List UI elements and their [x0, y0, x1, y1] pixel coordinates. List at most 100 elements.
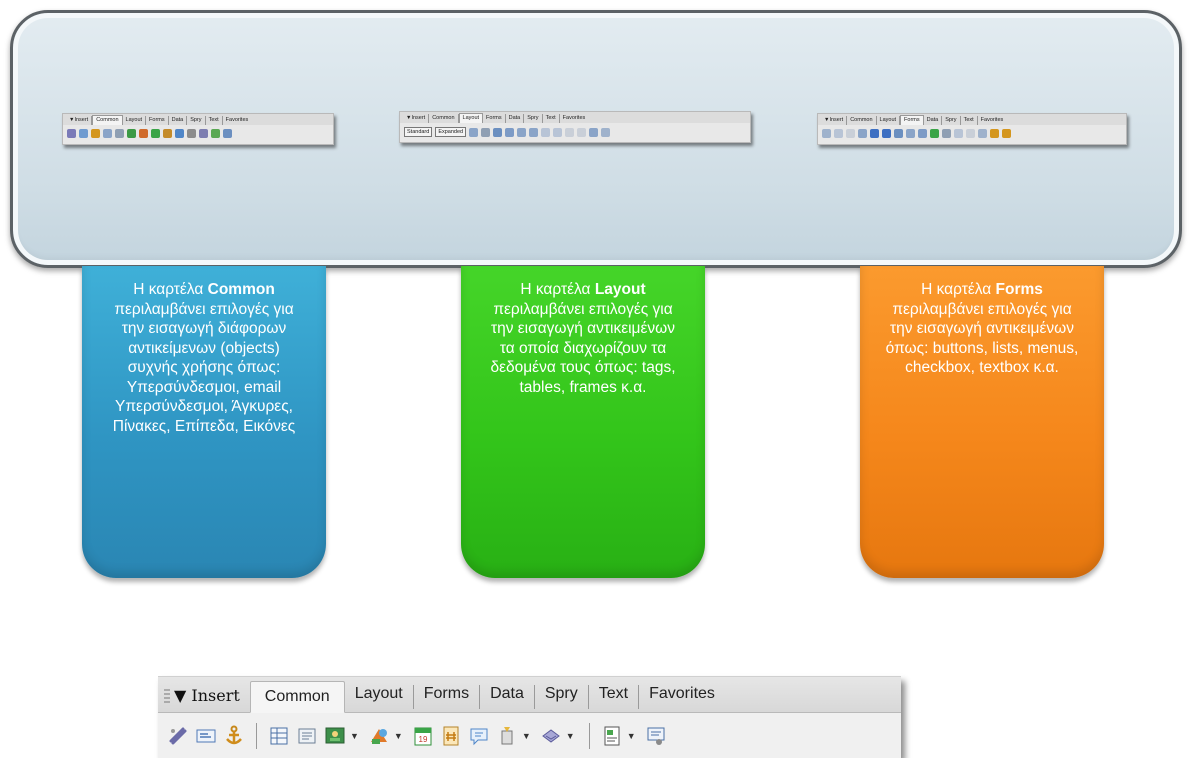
- named-anchor-icon[interactable]: [222, 724, 246, 748]
- table-icon[interactable]: [469, 127, 479, 137]
- frames-icon[interactable]: [577, 127, 587, 137]
- mini-tab-layout[interactable]: Layout: [877, 116, 901, 125]
- mini-tabs: ▼Insert Common Layout Forms Data Spry Te…: [400, 112, 750, 123]
- button-icon[interactable]: [954, 129, 963, 138]
- jump-menu-icon[interactable]: [918, 129, 927, 138]
- card-text: περιλαμβάνει επιλογές για την εισαγωγή δ…: [112, 300, 296, 435]
- mini-icons-row: [818, 125, 1126, 142]
- label-icon[interactable]: [966, 129, 975, 138]
- text-field-icon[interactable]: [834, 129, 843, 138]
- head-dropdown-arrow[interactable]: ▼: [522, 731, 531, 741]
- file-field-icon[interactable]: [942, 129, 951, 138]
- templates-icon[interactable]: [211, 129, 220, 138]
- hyperlink-icon[interactable]: [166, 724, 190, 748]
- insert-div-icon[interactable]: [115, 129, 124, 138]
- textarea-icon[interactable]: [858, 129, 867, 138]
- image-icon[interactable]: [323, 724, 347, 748]
- drag-grip[interactable]: [164, 689, 170, 705]
- tab-text[interactable]: Text: [589, 685, 640, 709]
- tab-forms[interactable]: Forms: [414, 685, 481, 709]
- insert-menu-toggle[interactable]: ▼ Insert: [174, 686, 250, 712]
- templates-icon[interactable]: [600, 724, 624, 748]
- tag-chooser-icon[interactable]: [644, 724, 668, 748]
- mini-tab-text[interactable]: Text: [961, 116, 978, 125]
- hidden-field-icon[interactable]: [846, 129, 855, 138]
- mini-tab-forms[interactable]: Forms: [900, 115, 924, 125]
- mini-tab-layout[interactable]: Layout: [123, 116, 147, 125]
- mini-tab-spry[interactable]: Spry: [187, 116, 206, 125]
- mini-tab-favorites[interactable]: Favorites: [978, 116, 1007, 125]
- insert-div-icon[interactable]: [295, 724, 319, 748]
- spry-menu-icon[interactable]: [601, 127, 611, 137]
- email-link-icon[interactable]: [194, 724, 218, 748]
- mini-tab-favorites[interactable]: Favorites: [560, 114, 589, 123]
- mini-tab-common[interactable]: Common: [847, 116, 877, 125]
- frames-dropdown-icon[interactable]: [589, 127, 599, 137]
- tag-chooser-icon[interactable]: [223, 129, 232, 138]
- rows-above-icon[interactable]: [517, 127, 527, 137]
- form-icon[interactable]: [822, 129, 831, 138]
- script-dropdown-arrow[interactable]: ▼: [566, 731, 575, 741]
- tab-favorites[interactable]: Favorites: [639, 685, 725, 709]
- tab-common[interactable]: Common: [249, 681, 345, 713]
- card-tab-name: Forms: [995, 281, 1043, 298]
- columns-left-icon[interactable]: [541, 127, 551, 137]
- mini-tab-forms[interactable]: Forms: [146, 116, 169, 125]
- list-menu-icon[interactable]: [906, 129, 915, 138]
- insert-div-icon[interactable]: [481, 127, 491, 137]
- tab-spry[interactable]: Spry: [535, 685, 589, 709]
- image-dropdown-arrow[interactable]: ▼: [350, 731, 359, 741]
- media-icon[interactable]: [367, 724, 391, 748]
- ap-div-icon[interactable]: [493, 127, 503, 137]
- table-icon[interactable]: [267, 724, 291, 748]
- expanded-mode-button[interactable]: Expanded: [435, 127, 467, 137]
- templates-dropdown-arrow[interactable]: ▼: [627, 731, 636, 741]
- media-dropdown-arrow[interactable]: ▼: [394, 731, 403, 741]
- draw-ap-div-icon[interactable]: [505, 127, 515, 137]
- head-icon[interactable]: [495, 724, 519, 748]
- date-icon[interactable]: [151, 129, 160, 138]
- script-icon[interactable]: [199, 129, 208, 138]
- mini-tab-common[interactable]: Common: [429, 114, 459, 123]
- media-icon[interactable]: [139, 129, 148, 138]
- tab-data[interactable]: Data: [480, 685, 535, 709]
- hyperlink-icon[interactable]: [67, 129, 76, 138]
- comment-icon[interactable]: [467, 724, 491, 748]
- mini-tab-data[interactable]: Data: [169, 116, 188, 125]
- server-side-include-icon[interactable]: [163, 129, 172, 138]
- card-prefix: Η καρτέλα: [133, 281, 208, 298]
- image-field-icon[interactable]: [930, 129, 939, 138]
- mini-tab-layout[interactable]: Layout: [458, 113, 484, 123]
- mini-tab-text[interactable]: Text: [543, 114, 560, 123]
- checkbox-icon[interactable]: [870, 129, 879, 138]
- mini-tab-data[interactable]: Data: [506, 114, 525, 123]
- comment-icon[interactable]: [175, 129, 184, 138]
- mini-icons-row: Standard Expanded: [400, 123, 750, 141]
- mini-tab-text[interactable]: Text: [206, 116, 223, 125]
- rows-below-icon[interactable]: [529, 127, 539, 137]
- mini-tab-common[interactable]: Common: [92, 115, 123, 125]
- mini-tab-favorites[interactable]: Favorites: [223, 116, 252, 125]
- columns-right-icon[interactable]: [553, 127, 563, 137]
- script-icon[interactable]: [539, 724, 563, 748]
- mini-tab-forms[interactable]: Forms: [483, 114, 506, 123]
- spry-checkbox-icon[interactable]: [1002, 129, 1011, 138]
- image-icon[interactable]: [127, 129, 136, 138]
- fieldset-icon[interactable]: [978, 129, 987, 138]
- date-icon[interactable]: 19: [411, 724, 435, 748]
- table-icon[interactable]: [103, 129, 112, 138]
- common-description-card: Η καρτέλα Common περιλαμβάνει επιλογές γ…: [82, 266, 326, 578]
- head-icon[interactable]: [187, 129, 196, 138]
- iframe-icon[interactable]: [565, 127, 575, 137]
- spry-validation-icon[interactable]: [990, 129, 999, 138]
- radio-group-icon[interactable]: [894, 129, 903, 138]
- server-side-include-icon[interactable]: [439, 724, 463, 748]
- mini-tab-spry[interactable]: Spry: [942, 116, 961, 125]
- email-link-icon[interactable]: [79, 129, 88, 138]
- standard-mode-button[interactable]: Standard: [404, 127, 433, 137]
- radio-button-icon[interactable]: [882, 129, 891, 138]
- tab-layout[interactable]: Layout: [345, 685, 414, 709]
- named-anchor-icon[interactable]: [91, 129, 100, 138]
- mini-tab-data[interactable]: Data: [924, 116, 943, 125]
- mini-tab-spry[interactable]: Spry: [524, 114, 543, 123]
